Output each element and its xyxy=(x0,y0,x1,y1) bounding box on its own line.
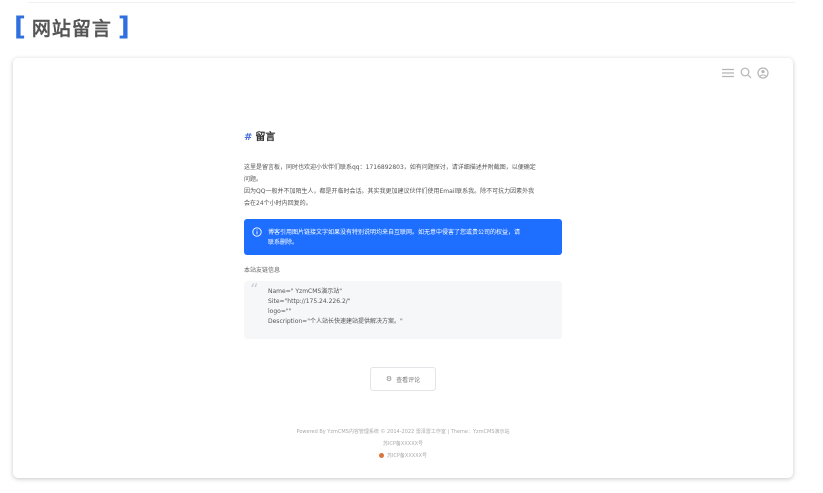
post-content: # 留言 这里是留言板，同时也欢迎小伙伴们联系qq：1716892803，如有问题… xyxy=(244,128,562,339)
police-record[interactable]: 苏ICP备XXXXX号 xyxy=(13,450,793,462)
notice-line-2: 联系删除。 xyxy=(268,239,299,246)
bracket-close: ] xyxy=(117,12,130,42)
notice-line-1: 博客引用图片链接文字如果没有特别说明均来自互联网。如无意中侵害了您或贵公司的权益… xyxy=(268,229,521,236)
link-info-line: Description="个人站长快速建站提供解决方案。" xyxy=(268,318,403,325)
intro-line-4: 会在24个小时内回复的。 xyxy=(244,200,312,207)
nav-icons xyxy=(721,67,769,79)
view-comments-label: 查看评论 xyxy=(396,376,421,384)
post-title-text: 留言 xyxy=(255,132,276,143)
gear-icon: ⚙ xyxy=(385,375,393,383)
friend-links-title: 本站友链信息 xyxy=(244,267,281,274)
footer: Powered By YzmCMS内容管理系统 © 2014-2022 雷泽雷工… xyxy=(13,426,793,462)
intro-line-1: 这里是留言板，同时也欢迎小伙伴们联系qq：1716892803，如有问题探讨，请… xyxy=(244,164,536,171)
view-comments-button[interactable]: ⚙ 查看评论 xyxy=(370,367,436,391)
top-divider xyxy=(28,2,795,3)
icp-link[interactable]: 苏ICP备XXXXX号 xyxy=(13,438,793,450)
intro-line-3: 因为QQ一般并不加陌生人，都是开临时会话。其实我更加建议伙伴们使用Email联系… xyxy=(244,188,535,195)
link-info-line: Site="http://175.24.226.2/" xyxy=(268,298,351,305)
police-record-text: 苏ICP备XXXXX号 xyxy=(386,453,428,459)
bracket-open: [ xyxy=(14,12,26,42)
page-screenshot-frame: # 留言 这里是留言板，同时也欢迎小伙伴们联系qq：1716892803，如有问题… xyxy=(13,58,793,478)
police-badge-icon xyxy=(378,453,384,458)
copyright-notice: 博客引用图片链接文字如果没有特别说明均来自互联网。如无意中侵害了您或贵公司的权益… xyxy=(244,219,562,255)
powered-by-text: Powered By YzmCMS内容管理系统 © 2014-2022 雷泽雷工… xyxy=(296,429,510,435)
intro-line-2: 问题。 xyxy=(244,176,263,183)
intro-paragraph: 这里是留言板，同时也欢迎小伙伴们联系qq：1716892803，如有问题探讨，请… xyxy=(244,162,562,210)
post-title: # 留言 xyxy=(244,128,562,143)
friend-links-info: “ Name=" YzmCMS演示站" Site="http://175.24.… xyxy=(244,281,562,339)
search-icon[interactable] xyxy=(740,67,752,79)
menu-icon[interactable] xyxy=(721,68,735,78)
section-title: 网站留言 xyxy=(31,17,112,40)
link-info-line: Name=" YzmCMS演示站" xyxy=(268,288,342,295)
link-info-line: logo="" xyxy=(268,308,292,315)
section-heading: [ 网站留言 ] xyxy=(14,12,130,42)
hash-mark: # xyxy=(244,132,253,143)
info-icon xyxy=(252,227,262,241)
user-icon[interactable] xyxy=(757,67,769,79)
quote-icon: “ xyxy=(250,280,259,299)
